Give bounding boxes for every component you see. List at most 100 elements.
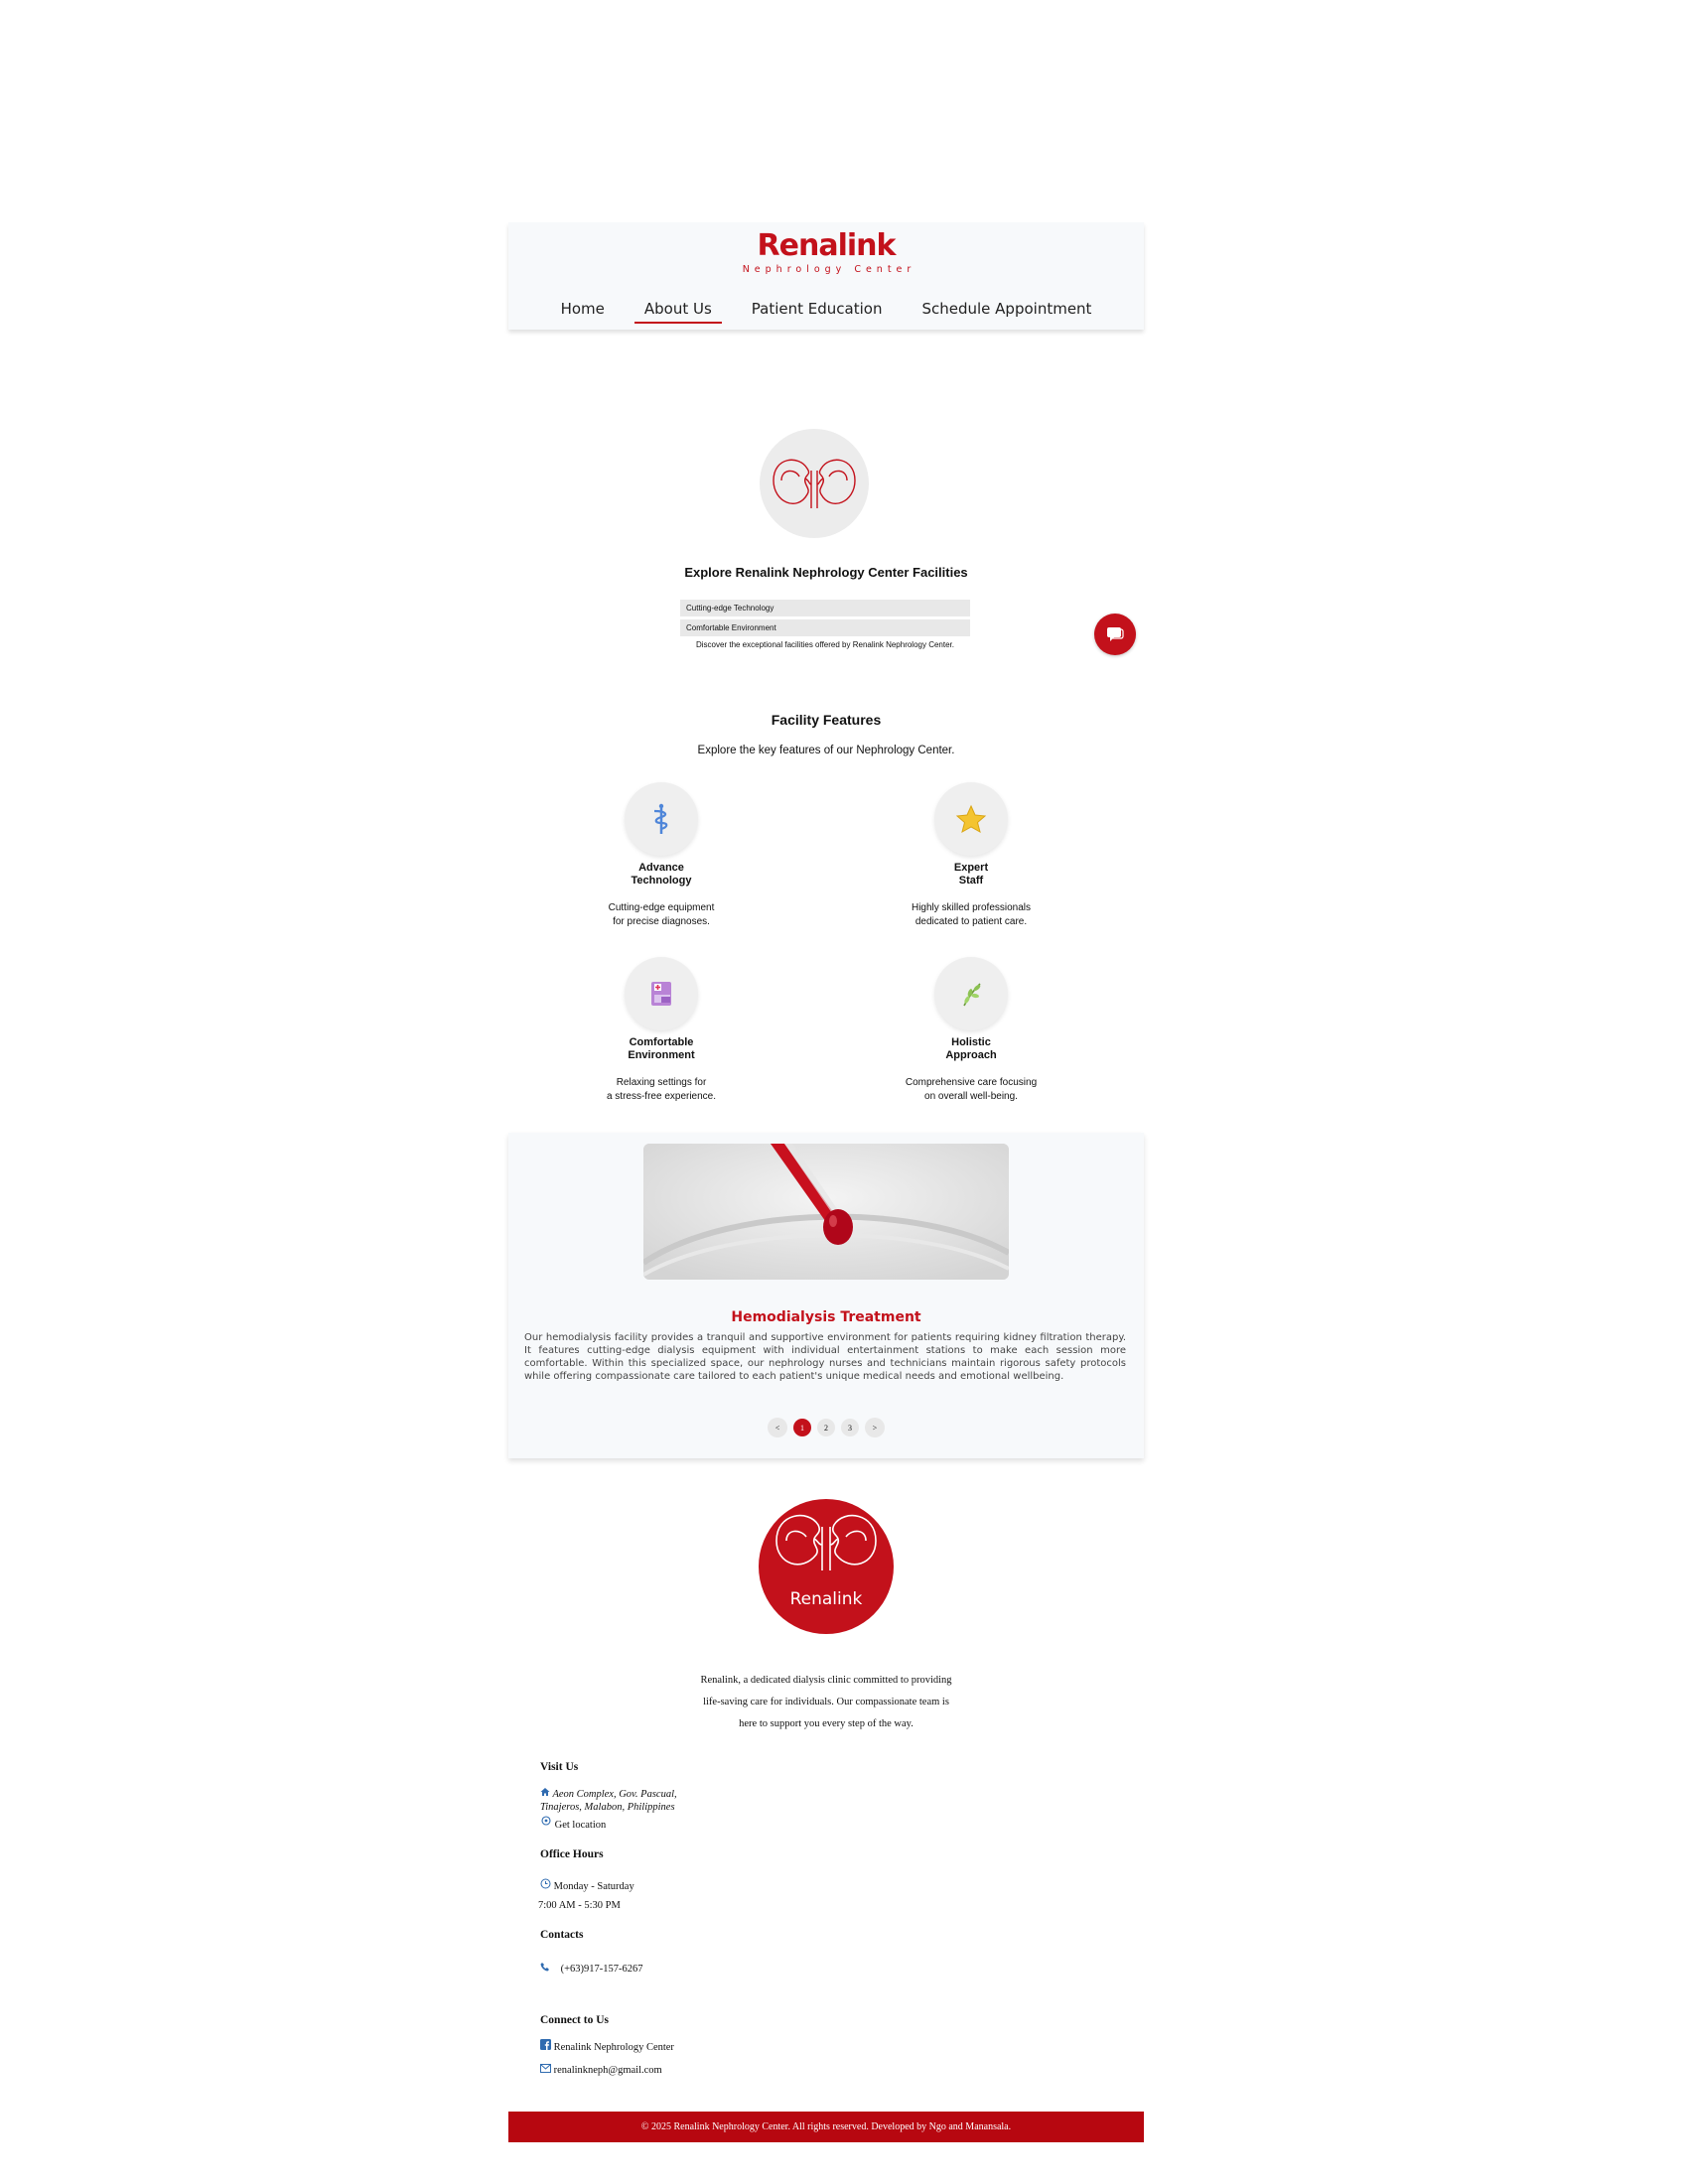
treatment-description: Our hemodialysis facility provides a tra…: [524, 1332, 1126, 1382]
feature-title-line: Approach: [945, 1049, 997, 1061]
mail-icon: [540, 2064, 551, 2073]
facility-list-item: Cutting-edge Technology: [680, 600, 970, 616]
feature-icon-circle: [625, 957, 698, 1030]
feature-title: Expert Staff: [882, 862, 1060, 887]
feature-title-line: Environment: [628, 1049, 695, 1061]
herb-icon: [963, 983, 981, 1007]
feature-title-line: Advance: [638, 862, 684, 874]
office-days: Monday - Saturday: [540, 1878, 634, 1892]
kidney-logo-icon: Renalink: [775, 1515, 877, 1609]
address: Aeon Complex, Gov. Pascual, Tinajeros, M…: [540, 1787, 677, 1814]
facility-list: Cutting-edge Technology Comfortable Envi…: [680, 600, 970, 649]
home-icon: [540, 1788, 550, 1796]
brand-name: Renalink: [757, 228, 897, 263]
phone-icon: [540, 1963, 549, 1972]
facility-list-item: Comfortable Environment: [680, 619, 970, 636]
footer-about: Renalink, a dedicated dialysis clinic co…: [667, 1670, 985, 1735]
page-dot-3[interactable]: 3: [841, 1419, 859, 1436]
main-nav: Home About Us Patient Education Schedule…: [508, 300, 1144, 324]
feature-desc-line: Relaxing settings for: [616, 1077, 707, 1088]
kidney-icon: [773, 459, 856, 508]
feature-icon-circle: [934, 957, 1008, 1030]
email-label: renalinkneph@gmail.com: [553, 2065, 662, 2076]
facility-description: Discover the exceptional facilities offe…: [696, 640, 954, 649]
nav-about-us[interactable]: About Us: [633, 300, 722, 324]
feature-desc-line: a stress-free experience.: [606, 1091, 717, 1102]
about-line: life-saving care for individuals. Our co…: [703, 1697, 949, 1707]
kidney-logo: [760, 429, 869, 538]
feature-desc-line: Highly skilled professionals: [911, 902, 1032, 913]
feature-description: Highly skilled professionals dedicated to…: [882, 901, 1060, 929]
feature-icon-circle: [934, 782, 1008, 856]
feature-title-line: Holistic: [951, 1036, 991, 1048]
feature-card-holistic: Holistic Approach Comprehensive care focu…: [882, 957, 1060, 1104]
get-location-link[interactable]: Get location: [540, 1816, 606, 1831]
about-line: Renalink, a dedicated dialysis clinic co…: [700, 1675, 952, 1686]
carousel-pagination: < 1 2 3 >: [508, 1418, 1144, 1437]
connect-heading: Connect to Us: [540, 2014, 609, 2026]
facilities-title: Explore Renalink Nephrology Center Facil…: [684, 565, 968, 580]
features-title: Facility Features: [771, 712, 882, 728]
feature-title-line: Technology: [631, 875, 692, 887]
star-icon: [955, 804, 987, 834]
location-pin-icon: [541, 1816, 551, 1826]
copyright-bar: © 2025 Renalink Nephrology Center. All r…: [508, 2112, 1144, 2142]
brand-logo[interactable]: Renalink Nephrology Center: [508, 228, 1144, 276]
feature-desc-line: for precise diagnoses.: [613, 916, 710, 927]
features-subtitle: Explore the key features of our Nephrolo…: [697, 745, 955, 756]
feature-title-line: Comfortable: [629, 1036, 694, 1048]
feature-title: Comfortable Environment: [572, 1036, 751, 1062]
email-link[interactable]: renalinkneph@gmail.com: [540, 2064, 662, 2076]
feature-description: Comprehensive care focusing on overall we…: [882, 1076, 1060, 1104]
caduceus-icon: [653, 803, 668, 834]
chat-icon: [1107, 627, 1124, 641]
feature-desc-line: Comprehensive care focusing: [905, 1077, 1038, 1088]
nav-schedule-appointment[interactable]: Schedule Appointment: [912, 300, 1101, 324]
feature-desc-line: on overall well-being.: [924, 1091, 1018, 1102]
facebook-icon: [540, 2039, 551, 2050]
clock-icon: [540, 1878, 551, 1889]
feature-title-line: Expert: [953, 862, 989, 874]
page-dot-1[interactable]: 1: [793, 1419, 811, 1436]
office-hours-heading: Office Hours: [540, 1848, 604, 1860]
treatment-title: Hemodialysis Treatment: [731, 1309, 921, 1325]
next-button[interactable]: >: [865, 1418, 885, 1437]
footer-logo: Renalink: [759, 1499, 894, 1634]
facebook-link[interactable]: Renalink Nephrology Center: [540, 2039, 674, 2053]
get-location-label: Get location: [554, 1820, 607, 1831]
feature-card-environment: Comfortable Environment Relaxing settings…: [572, 957, 751, 1104]
feature-icon-circle: [625, 782, 698, 856]
feature-description: Relaxing settings for a stress-free exper…: [572, 1076, 751, 1104]
feature-desc-line: Cutting-edge equipment: [608, 902, 715, 913]
page: Renalink Nephrology Center Home About Us…: [508, 222, 1144, 2142]
feature-title: Holistic Approach: [882, 1036, 1060, 1062]
about-line: here to support you every step of the wa…: [739, 1718, 914, 1729]
hospital-bed-icon: [651, 982, 671, 1006]
phone-link[interactable]: (+63)917-157-6267: [540, 1962, 643, 1975]
footer-logo-text: Renalink: [790, 1589, 863, 1609]
treatment-image: [643, 1144, 1009, 1280]
facebook-label: Renalink Nephrology Center: [553, 2042, 674, 2053]
office-time: 7:00 AM - 5:30 PM: [538, 1900, 621, 1911]
office-days-label: Monday - Saturday: [553, 1881, 634, 1892]
nav-home[interactable]: Home: [551, 300, 615, 324]
site-header: Renalink Nephrology Center Home About Us…: [508, 222, 1144, 330]
contacts-heading: Contacts: [540, 1929, 584, 1941]
address-line: Tinajeros, Malabon, Philippines: [540, 1802, 675, 1813]
feature-title: Advance Technology: [572, 862, 751, 887]
blood-dropper-image: [643, 1144, 1009, 1280]
phone-number: (+63)917-157-6267: [560, 1964, 643, 1975]
treatment-carousel: Hemodialysis Treatment Our hemodialysis …: [508, 1133, 1144, 1458]
page-dot-2[interactable]: 2: [817, 1419, 835, 1436]
feature-title-line: Staff: [958, 875, 984, 887]
chat-button[interactable]: [1094, 614, 1136, 655]
brand-subtitle: Nephrology Center: [742, 264, 916, 275]
feature-card-staff: Expert Staff Highly skilled professionals…: [882, 782, 1060, 929]
visit-us-heading: Visit Us: [540, 1761, 579, 1773]
feature-card-technology: Advance Technology Cutting-edge equipment…: [572, 782, 751, 929]
nav-patient-education[interactable]: Patient Education: [742, 300, 893, 324]
feature-desc-line: dedicated to patient care.: [914, 916, 1028, 927]
feature-description: Cutting-edge equipment for precise diagno…: [572, 901, 751, 929]
prev-button[interactable]: <: [768, 1418, 787, 1437]
address-line: Aeon Complex, Gov. Pascual,: [552, 1789, 677, 1800]
